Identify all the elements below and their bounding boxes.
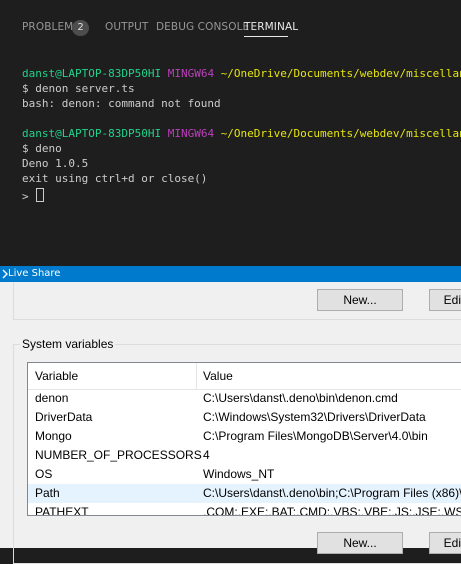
prompt-user: danst@LAPTOP-83DP50HI [22, 67, 162, 80]
prompt-path: ~/OneDrive/Documents/webdev/miscellaneou… [220, 127, 461, 140]
prompt-env: MINGW64 [167, 67, 215, 80]
column-header-variable[interactable]: Variable [35, 369, 78, 383]
list-header: Variable Value [28, 363, 461, 390]
cell-variable: NUMBER_OF_PROCESSORS [35, 448, 202, 462]
user-edit-button[interactable]: Edit [429, 289, 461, 311]
terminal-output-line: bash: denon: command not found [22, 97, 221, 110]
system-variables-title: System variables [20, 337, 116, 351]
cell-variable: Mongo [35, 429, 72, 443]
table-row[interactable]: PATHEXT .COM;.EXE;.BAT;.CMD;.VBS;.VBE;.J… [28, 503, 461, 516]
cell-value: C:\Users\danst\.deno\bin\denon.cmd [203, 391, 398, 405]
tab-terminal[interactable]: TERMINAL [244, 21, 298, 33]
cell-variable: PATHEXT [35, 505, 89, 516]
repl-prompt: > [22, 190, 36, 203]
column-divider[interactable] [196, 363, 197, 389]
prompt-env: MINGW64 [167, 127, 215, 140]
terminal-output-line: exit using ctrl+d or close() [22, 172, 208, 185]
cell-variable: denon [35, 391, 69, 405]
table-row[interactable]: NUMBER_OF_PROCESSORS 4 [28, 446, 461, 465]
cell-value: .COM;.EXE;.BAT;.CMD;.VBS;.VBE;.JS;.JSE;.… [203, 505, 461, 516]
system-new-button[interactable]: New... [317, 532, 403, 554]
liveshare-label: Live Share [8, 268, 61, 279]
column-header-value[interactable]: Value [203, 369, 233, 383]
liveshare-bar[interactable]: Live Share [0, 266, 461, 282]
prompt-user: danst@LAPTOP-83DP50HI [22, 127, 162, 140]
table-row-selected[interactable]: Path C:\Users\danst\.deno\bin;C:\Program… [28, 484, 461, 503]
terminal-command-line: $ deno [22, 142, 62, 155]
cell-variable: OS [35, 467, 53, 481]
table-row[interactable]: Mongo C:\Program Files\MongoDB\Server\4.… [28, 427, 461, 446]
cell-variable: DriverData [35, 410, 93, 424]
cell-value: C:\Program Files\MongoDB\Server\4.0\bin [203, 429, 428, 443]
environment-variables-dialog: New... Edit System variables Variable Va… [0, 282, 461, 564]
table-row[interactable]: OS Windows_NT [28, 465, 461, 484]
terminal-output-line: Deno 1.0.5 [22, 157, 89, 170]
active-tab-indicator [244, 36, 288, 37]
terminal-input-line[interactable]: > [22, 188, 45, 204]
user-new-button[interactable]: New... [317, 289, 403, 311]
table-row[interactable]: DriverData C:\Windows\System32\Drivers\D… [28, 408, 461, 427]
terminal-command-line: $ denon server.ts [22, 82, 135, 95]
cell-value: C:\Windows\System32\Drivers\DriverData [203, 410, 426, 424]
terminal-prompt-line: danst@LAPTOP-83DP50HI MINGW64 ~/OneDrive… [22, 67, 461, 81]
text-cursor [36, 188, 45, 202]
prompt-path: ~/OneDrive/Documents/webdev/miscellaneou… [220, 67, 461, 80]
cell-variable: Path [35, 486, 60, 500]
tab-output[interactable]: OUTPUT [105, 21, 148, 33]
tab-debug-console[interactable]: DEBUG CONSOLE [156, 21, 249, 33]
table-row[interactable]: denon C:\Users\danst\.deno\bin\denon.cmd [28, 389, 461, 408]
system-edit-button[interactable]: Edit [429, 532, 461, 554]
terminal-panel: PROBLEMS 2 OUTPUT DEBUG CONSOLE TERMINAL… [0, 0, 461, 266]
terminal-prompt-line: danst@LAPTOP-83DP50HI MINGW64 ~/OneDrive… [22, 127, 461, 141]
cell-value: C:\Users\danst\.deno\bin;C:\Program File… [203, 486, 461, 500]
system-variables-list[interactable]: Variable Value denon C:\Users\danst\.den… [27, 362, 461, 516]
cell-value: Windows_NT [203, 467, 275, 481]
cell-value: 4 [203, 448, 210, 462]
problems-count-badge: 2 [72, 20, 89, 36]
